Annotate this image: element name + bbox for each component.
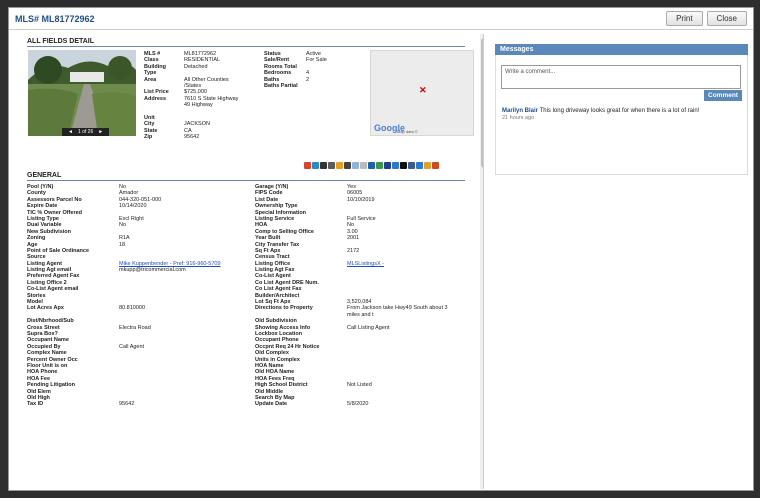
table-row: Tax ID 95642 Update Date 5/8/2020 [27,401,467,407]
camera-icon[interactable] [344,162,351,169]
photo-prev-icon[interactable]: ◄ [68,128,73,136]
print-icon[interactable] [320,162,327,169]
photo-navigator[interactable]: ◄ 1 of 26 ► [62,128,110,136]
modal-titlebar: MLS# ML81772962 Print Close [9,8,753,30]
listing-modal: MLS# ML81772962 Print Close ALL FIELDS D… [8,7,754,491]
location-map[interactable]: ✕ Google Map data © [370,50,474,136]
message-text: This long driveway looks great for when … [539,108,700,114]
listing-photo-image [28,50,136,136]
field-label: Update Date [255,401,288,408]
messages-panel: Messages Write a comment... Comment Mari… [490,34,754,175]
action-icons [304,162,439,169]
section-divider [27,46,465,47]
folder-icon[interactable] [336,162,343,169]
field-value: 95642 [119,401,135,408]
globe-icon[interactable] [368,162,375,169]
summary-row: Zip 95642 [144,134,262,140]
comment-input[interactable]: Write a comment... [501,65,741,89]
facebook-icon[interactable] [408,162,415,169]
comment-button[interactable]: Comment [704,90,742,101]
field-label: Baths Partial [264,82,298,89]
info-icon[interactable] [416,162,423,169]
map-icon[interactable] [352,162,359,169]
alert-icon[interactable] [432,162,439,169]
messages-header: Messages [495,44,748,55]
map-pin-icon: ✕ [419,85,427,95]
field-value: 5/8/2020 [347,401,369,408]
video-icon[interactable] [392,162,399,169]
note-icon[interactable] [360,162,367,169]
field-value: 95642 [184,134,200,141]
summary-right: Status Active Sale/Rent For Sale Rooms Total… [264,51,356,89]
photo-next-icon[interactable]: ► [98,128,103,136]
chart-icon[interactable] [376,162,383,169]
detail-pane[interactable]: ALL FIELDS DETAIL ◄ 1 of 26 ► MLS # ML81… [14,34,484,489]
section-divider [27,180,465,181]
share-icon[interactable] [304,162,311,169]
summary-left: MLS # ML81772962 Class RESIDENTIAL Building D… [144,51,262,140]
map-data-label: Map data © [397,129,418,134]
close-button[interactable]: Close [706,11,747,26]
messages-body: Write a comment... Comment Marilyn Blair… [495,55,748,175]
rss-icon[interactable] [424,162,431,169]
email-icon[interactable] [312,162,319,169]
listing-photo[interactable]: ◄ 1 of 26 ► [28,50,136,136]
field-value [306,83,356,89]
detail-scrollbar[interactable] [480,34,483,489]
general-fields-table: Pool (Y/N) No Garage (Y/N) Yes County Amador F… [27,184,467,408]
summary-row: Baths Partial [264,83,356,89]
general-header: GENERAL [14,172,474,181]
field-label: Tax ID [27,401,44,408]
message-time: 21 hours ago [502,115,535,121]
backdrop: MLS# ML81772962 Print Close ALL FIELDS D… [0,0,760,498]
message-item: Marilyn Blair This long driveway looks g… [502,108,752,121]
calendar-icon[interactable] [328,162,335,169]
message-author[interactable]: Marilyn Blair [502,108,538,114]
tax-icon[interactable] [400,162,407,169]
print-button[interactable]: Print [666,11,703,26]
all-fields-header: ALL FIELDS DETAIL [14,38,474,47]
photo-counter: 1 of 26 [77,129,94,135]
section-title-general: GENERAL [27,172,62,179]
scrollbar-thumb[interactable] [481,38,483,168]
document-icon[interactable] [384,162,391,169]
field-label: Zip [144,134,153,141]
modal-title: MLS# ML81772962 [15,13,95,24]
section-title-all-fields: ALL FIELDS DETAIL [27,38,95,45]
